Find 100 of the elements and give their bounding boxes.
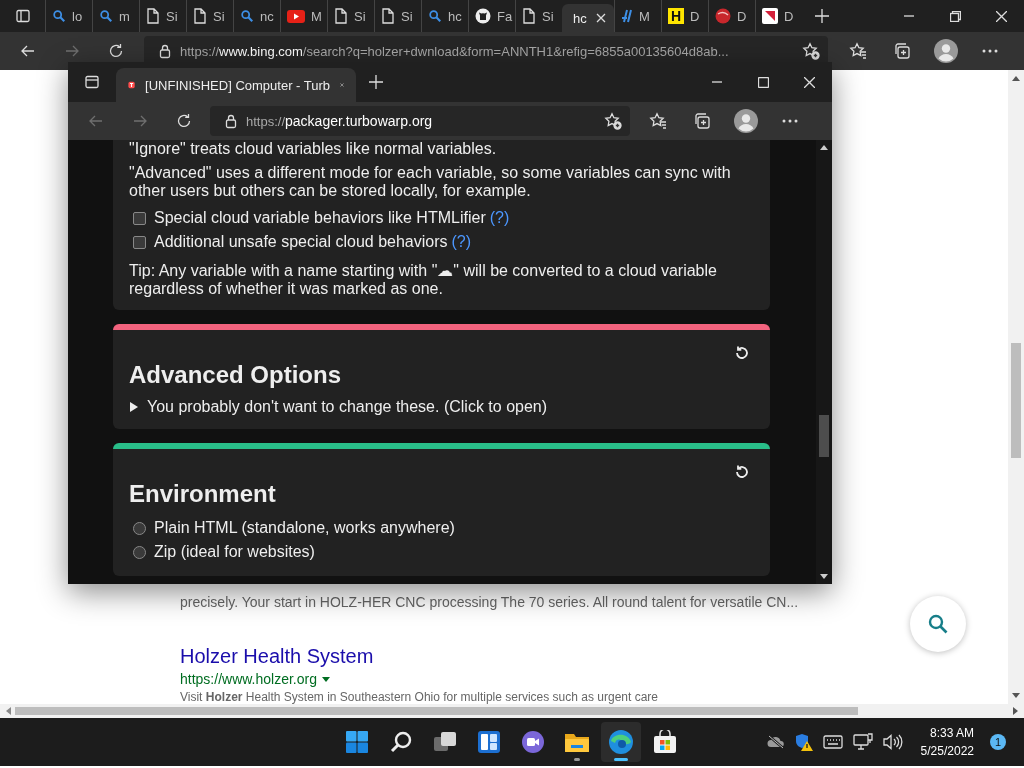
address-bar[interactable]: https://packager.turbowarp.org [210, 106, 630, 136]
page-icon [146, 8, 160, 24]
search-icon [240, 9, 254, 23]
reset-icon[interactable] [734, 464, 750, 480]
tab-title: Fa [497, 8, 513, 24]
disclosure-triangle-icon[interactable] [129, 402, 139, 412]
checkbox[interactable] [133, 211, 146, 225]
tab-title: [UNFINISHED] Computer - Turb [145, 77, 331, 93]
minimize-icon [712, 81, 722, 83]
lock-icon [158, 43, 172, 59]
lock-icon [224, 113, 238, 129]
vertical-scrollbar[interactable] [816, 140, 832, 584]
caret-icon[interactable] [321, 676, 330, 682]
notification-badge[interactable]: 1 [990, 734, 1006, 750]
plus-icon [369, 75, 383, 89]
clock-date[interactable]: 5/25/2022 [920, 742, 974, 760]
panel-icon [84, 74, 100, 90]
clock-time[interactable]: 8:33 AM [929, 724, 974, 742]
search-button[interactable] [910, 596, 966, 652]
scrollbar-thumb[interactable] [1011, 343, 1021, 458]
result-link[interactable]: Holzer Health System [180, 644, 374, 668]
ball-icon [715, 8, 731, 24]
star-plus-icon[interactable] [802, 42, 820, 60]
shield-warning-icon[interactable] [794, 733, 813, 751]
close-icon [803, 76, 815, 88]
profile-avatar[interactable] [734, 109, 758, 133]
vertical-scrollbar[interactable] [1008, 70, 1024, 704]
back-arrow-icon [88, 113, 104, 129]
reset-icon[interactable] [734, 345, 750, 361]
description-text: "Advanced" uses a different mode for each variable, so some variables can sync with other users but others can be stored locally, for example. [129, 164, 732, 200]
help-link[interactable]: (?) [489, 206, 510, 230]
browser-tab[interactable]: [UNFINISHED] Computer - Turb [116, 68, 356, 102]
page-icon [522, 8, 536, 24]
tab-title: Si [213, 8, 225, 24]
scroll-up-icon[interactable] [1012, 76, 1020, 81]
forward-arrow-icon [64, 43, 80, 59]
page-icon [334, 8, 348, 24]
refresh-icon [176, 113, 192, 129]
scrollbar-thumb[interactable] [15, 707, 858, 715]
radio-button[interactable] [133, 521, 146, 535]
scroll-right-icon[interactable] [1013, 707, 1018, 715]
stacked-squares-icon [693, 112, 711, 130]
taskbar-app[interactable] [601, 722, 641, 762]
profile-avatar[interactable] [934, 39, 958, 63]
page-icon [193, 8, 207, 24]
radio-label: Zip (ideal for websites) [154, 542, 315, 562]
panels-icon [477, 730, 501, 754]
stacked-squares-icon [893, 42, 911, 60]
network-icon[interactable] [852, 733, 873, 751]
url-host: packager.turbowarp.org [285, 113, 433, 129]
search-icon [99, 9, 113, 23]
tab-title: Si [542, 8, 554, 24]
search-icon [389, 730, 413, 754]
scroll-down-icon[interactable] [1012, 693, 1020, 698]
plus-icon [815, 9, 829, 23]
horizontal-scrollbar[interactable] [0, 704, 1024, 718]
tab-title: D [690, 8, 700, 24]
tab-title: hc [448, 8, 462, 24]
tab-title: M [639, 8, 650, 24]
checkbox[interactable] [133, 235, 146, 249]
browser-tab[interactable]: hc [562, 4, 614, 32]
section-heading: Advanced Options [129, 361, 342, 389]
restore-icon [949, 10, 961, 22]
tab-title: hc [573, 10, 587, 26]
scroll-down-icon[interactable] [820, 574, 828, 579]
swirl-icon [608, 729, 634, 755]
search-icon [428, 9, 442, 23]
scrollbar-thumb[interactable] [819, 415, 829, 457]
keyboard-icon[interactable] [822, 735, 843, 749]
help-link[interactable]: (?) [451, 230, 472, 254]
overlapping-squares-icon [433, 730, 457, 754]
play-icon [287, 9, 305, 23]
running-indicator [574, 758, 580, 761]
details-summary[interactable]: You probably don't want to change these. (Click to open) [147, 397, 548, 417]
search-icon [52, 9, 66, 23]
scroll-left-icon[interactable] [6, 707, 11, 715]
tab-title: Si [354, 8, 366, 24]
result-snippet: Visit Holzer Health System in Southeastern Ohio for multiple services such as urgent care [180, 690, 658, 704]
tip-text: Tip: Any variable with a name starting with "☁" will be converted to a cloud variable regardless of whether it was marked as one. [129, 262, 718, 298]
checkbox-label: Additional unsafe special cloud behaviors [154, 232, 448, 252]
radio-button[interactable] [133, 545, 146, 559]
running-indicator [614, 758, 628, 761]
cloud-off-icon[interactable] [766, 735, 785, 749]
close-icon [995, 10, 1007, 22]
volume-icon[interactable] [882, 734, 903, 750]
tab-title: Si [401, 8, 413, 24]
minimize-icon [904, 15, 914, 17]
tab-title: m [119, 8, 130, 24]
search-icon [928, 614, 948, 634]
more-icon [982, 49, 998, 53]
tab-title: nc [260, 8, 274, 24]
result-url: https://www.holzer.org [180, 671, 317, 687]
scroll-up-icon[interactable] [820, 145, 828, 150]
close-icon[interactable] [595, 13, 606, 23]
star-plus-icon[interactable] [604, 112, 622, 130]
maximize-icon [757, 76, 769, 88]
more-icon [782, 119, 798, 123]
star-list-icon [649, 112, 667, 130]
flag-icon [762, 8, 778, 24]
tab-title: Si [166, 8, 178, 24]
